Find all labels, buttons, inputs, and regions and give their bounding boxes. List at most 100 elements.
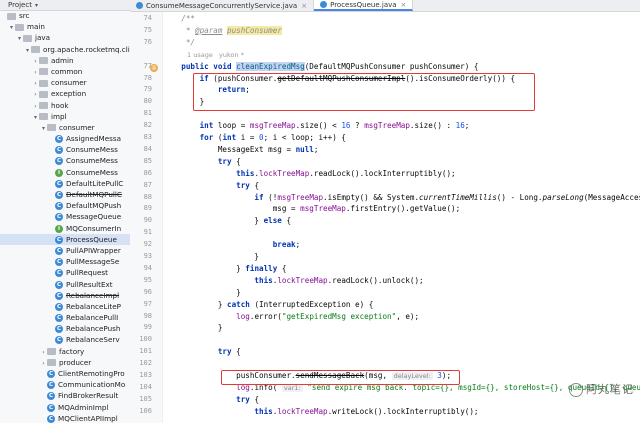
close-icon[interactable]: × [301,2,307,10]
code-token: /** [163,14,196,23]
code-line[interactable]: try { [163,157,241,166]
line-number: 76 [143,37,152,46]
tree-item[interactable]: C MQClientAPIImpl [0,413,130,423]
usage-hint[interactable]: 1 usage [187,51,213,59]
tree-item[interactable]: ▾ java [0,32,130,43]
line-number: 85 [143,156,152,165]
class-icon: C [55,235,63,244]
tree-item[interactable]: › hook [0,100,130,111]
tree-item-label: admin [51,55,74,65]
tree-item[interactable]: › consumer [0,77,130,88]
code-token: lockTreeMap [277,275,328,285]
tree-item[interactable]: ▾ main [0,21,130,32]
class-icon: C [55,258,63,267]
author-hint-suffix: * [238,50,244,59]
code-line[interactable]: * @param pushConsumer [163,25,282,35]
code-token: ; [464,121,470,131]
code-token: public void [163,61,237,71]
code-line[interactable]: } [163,288,241,297]
tree-item[interactable]: C RebalanceImpl [0,290,130,301]
code-line[interactable]: try { [163,395,259,404]
tree-item[interactable]: ▾ impl [0,111,130,122]
tree-item[interactable]: C PullAPIWrapper [0,245,130,256]
code-line[interactable]: break; [163,240,300,249]
editor-tab[interactable]: ProcessQueue.java × [314,0,414,11]
code-line[interactable]: this.lockTreeMap.readLock().unlock(); [163,275,423,285]
tree-item[interactable]: C RebalancePush [0,323,130,334]
folder-icon [39,79,48,87]
code-line[interactable]: msg = msgTreeMap.firstEntry().getValue()… [163,204,460,213]
class-icon: C [55,302,63,311]
code-line[interactable]: */ [163,38,195,47]
tree-item[interactable]: C PullResultExt [0,279,130,290]
code-line[interactable]: } catch (InterruptedException e) { [163,300,373,309]
class-icon: C [55,191,63,199]
class-icon: C [47,370,55,378]
code-token: } [163,299,228,309]
code-line[interactable]: try { [163,347,241,356]
tree-item[interactable]: I ConsumeMess [0,167,130,178]
code-editor[interactable]: /** * @param pushConsumer */ 1 usage yuko… [163,12,640,423]
tree-item[interactable]: C ConsumeMess [0,155,130,166]
code-line[interactable]: } else { [163,216,291,225]
tree-item[interactable]: › exception [0,88,130,99]
tree-item[interactable]: C MQAdminImpl [0,402,130,413]
tree-item[interactable]: C ClientRemotingPro [0,368,130,379]
tree-item[interactable]: C ConsumeMess [0,144,130,155]
tree-item[interactable]: I MQConsumerIn [0,223,130,234]
tree-item[interactable]: C ProcessQueue [0,233,130,245]
code-line[interactable]: } [163,252,259,261]
code-line[interactable]: log.error("getExpiredMsg exception", e); [163,312,419,321]
tree-item[interactable]: C AssignedMessa [0,133,130,144]
code-token: * [163,25,196,35]
code-line[interactable]: } [163,323,223,332]
editor-tab[interactable]: ConsumeMessageConcurrentlyService.java × [130,0,315,11]
tree-item[interactable]: C DefaultLitePullC [0,178,130,189]
tree-item[interactable]: C CommunicationMo [0,379,130,390]
code-line[interactable]: try { [163,181,259,190]
code-line[interactable]: this.lockTreeMap.readLock().lockInterrup… [163,169,455,178]
override-marker-icon[interactable]: @ [150,63,158,72]
code-token: finally [245,263,282,273]
tree-item[interactable]: C FindBrokerResult [0,390,130,401]
code-line[interactable]: public void cleanExpiredMsg(DefaultMQPus… [163,61,478,71]
tree-item[interactable]: ▾ consumer [0,122,130,133]
line-number: 79 [143,85,152,94]
tree-item[interactable]: › admin [0,55,130,66]
code-line[interactable]: /** [163,14,195,23]
class-icon: C [55,202,63,211]
close-icon[interactable]: × [401,1,407,9]
tree-item[interactable]: C RebalanceServ [0,334,130,345]
chevron-down-icon[interactable]: ▾ [35,2,38,9]
code-line[interactable]: for (int i = 0; i < loop; i++) { [163,133,346,142]
watermark-text: 阿丸笔记 [586,383,634,396]
code-line[interactable]: int loop = msgTreeMap.size() < 16 ? msgT… [163,121,470,131]
line-number: 84 [143,144,152,153]
line-number: 81 [143,109,152,118]
code-token: } [163,263,246,273]
tree-item[interactable]: › common [0,66,130,77]
code-line[interactable]: MessageExt msg = null; [163,145,319,154]
tree-item[interactable]: C RebalanceLiteP [0,301,130,312]
code-line[interactable]: if (!msgTreeMap.isEmpty() && System.curr… [163,193,640,202]
tree-item[interactable]: C MessageQueue [0,211,130,222]
tree-item[interactable]: › producer [0,357,130,368]
tree-item[interactable]: src [0,10,130,21]
line-number: 95 [143,275,152,284]
tree-item[interactable]: C PullMessageSe [0,256,130,267]
tree-item-label: RebalancePush [66,324,121,334]
code-token: msgTreeMap [249,121,296,131]
code-token: (! [268,192,278,202]
tree-item[interactable]: C DefaultMQPullC [0,189,130,200]
author-hint[interactable]: yukon [219,51,239,59]
tree-item[interactable]: › factory [0,346,130,357]
tree-item-label: exception [51,89,87,99]
tree-item[interactable]: C DefaultMQPush [0,200,130,211]
tree-item[interactable]: C PullRequest [0,267,130,278]
tree-item[interactable]: C RebalancePullI [0,312,130,323]
line-number: 98 [143,311,152,320]
code-token: @param [195,25,223,35]
code-line[interactable]: } finally { [163,264,286,273]
code-line[interactable]: this.lockTreeMap.writeLock().lockInterru… [163,407,478,416]
tree-item[interactable]: ▾ org.apache.rocketmq.cli [0,44,130,55]
